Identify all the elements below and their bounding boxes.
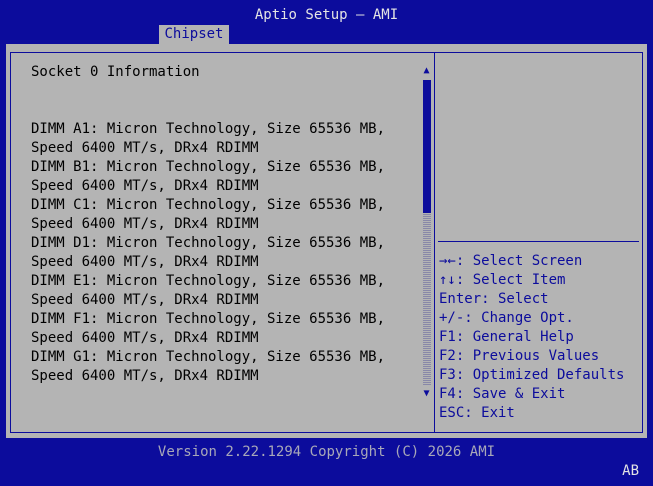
help-enter: Enter: Select: [439, 291, 549, 307]
version-footer: Version 2.22.1294 Copyright (C) 2026 AMI: [157, 444, 496, 460]
scrollbar-thumb[interactable]: [423, 80, 431, 213]
dimm-e1-line2: Speed 6400 MT/s, DRx4 RDIMM: [31, 292, 259, 308]
scroll-up-icon[interactable]: ▲: [421, 65, 432, 77]
help-select-screen: →←: Select Screen: [439, 253, 583, 269]
corner-label: AB: [622, 463, 639, 479]
dimm-list: DIMM A1: Micron Technology, Size 65536 M…: [31, 120, 421, 386]
dimm-a1-line1: DIMM A1: Micron Technology, Size 65536 M…: [31, 121, 386, 137]
dimm-d1-line2: Speed 6400 MT/s, DRx4 RDIMM: [31, 254, 259, 270]
dimm-c1-line2: Speed 6400 MT/s, DRx4 RDIMM: [31, 216, 259, 232]
dimm-c1-line1: DIMM C1: Micron Technology, Size 65536 M…: [31, 197, 386, 213]
help-change-opt: +/-: Change Opt.: [439, 310, 574, 326]
help-optimized-defaults: F3: Optimized Defaults: [439, 367, 625, 383]
scroll-down-icon[interactable]: ▼: [421, 388, 432, 400]
help-select-item: ↑↓: Select Item: [439, 272, 566, 288]
dimm-d1-line1: DIMM D1: Micron Technology, Size 65536 M…: [31, 235, 386, 251]
dimm-f1-line2: Speed 6400 MT/s, DRx4 RDIMM: [31, 330, 259, 346]
bios-screen: Aptio Setup – AMI Chipset Socket 0 Infor…: [0, 0, 653, 486]
dimm-g1-line1: DIMM G1: Micron Technology, Size 65536 M…: [31, 349, 386, 365]
help-save-exit: F4: Save & Exit: [439, 386, 566, 402]
dimm-f1-line1: DIMM F1: Micron Technology, Size 65536 M…: [31, 311, 386, 327]
dimm-e1-line1: DIMM E1: Micron Technology, Size 65536 M…: [31, 273, 386, 289]
help-panel: →←: Select Screen ↑↓: Select Item Enter:…: [439, 252, 644, 423]
app-title: Aptio Setup – AMI: [254, 7, 399, 23]
help-general-help: F1: General Help: [439, 329, 574, 345]
dimm-b1-line2: Speed 6400 MT/s, DRx4 RDIMM: [31, 178, 259, 194]
dimm-a1-line2: Speed 6400 MT/s, DRx4 RDIMM: [31, 140, 259, 156]
panel-divider: [434, 52, 435, 433]
dimm-b1-line1: DIMM B1: Micron Technology, Size 65536 M…: [31, 159, 386, 175]
info-content: Socket 0 Information DIMM A1: Micron Tec…: [31, 63, 421, 386]
help-previous-values: F2: Previous Values: [439, 348, 600, 364]
tab-chipset[interactable]: Chipset: [159, 25, 229, 44]
section-title: Socket 0 Information: [31, 64, 200, 80]
dimm-g1-line2: Speed 6400 MT/s, DRx4 RDIMM: [31, 368, 259, 384]
help-separator: [438, 241, 639, 242]
help-esc-exit: ESC: Exit: [439, 405, 515, 421]
